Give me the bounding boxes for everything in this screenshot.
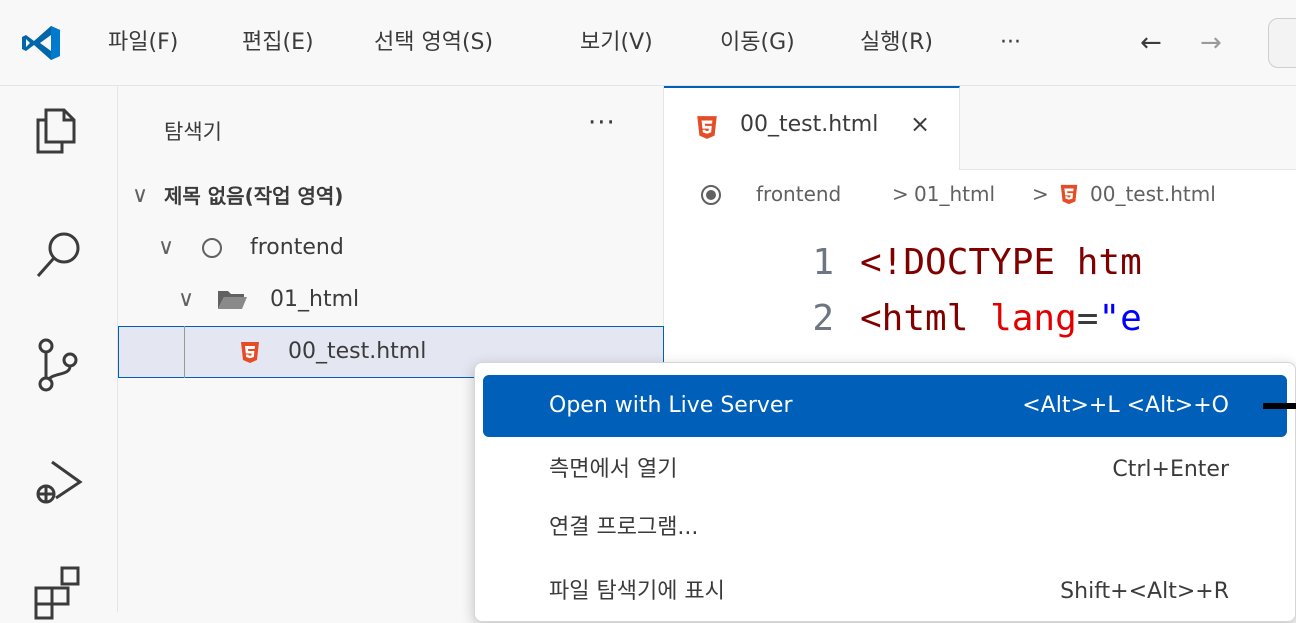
close-icon[interactable]: × bbox=[910, 110, 930, 138]
line-number: 1 bbox=[812, 242, 834, 283]
back-arrow-icon[interactable]: ← bbox=[1140, 22, 1162, 64]
menu-item-label: 연결 프로그램... bbox=[549, 515, 699, 540]
breadcrumb-folder[interactable]: 01_html bbox=[914, 170, 995, 218]
menu-view[interactable]: 보기(V) bbox=[576, 22, 657, 64]
breadcrumb-file[interactable]: 00_test.html bbox=[1090, 170, 1216, 218]
chevron-down-icon: ∨ bbox=[158, 235, 175, 260]
menu-file[interactable]: 파일(F) bbox=[104, 22, 182, 64]
source-control-icon[interactable] bbox=[26, 332, 92, 398]
menu-item-label: 파일 탐색기에 표시 bbox=[549, 579, 725, 604]
sidebar-title: 탐색기 bbox=[164, 120, 222, 144]
vscode-logo-icon bbox=[22, 26, 60, 60]
menu-item-open-to-side[interactable]: 측면에서 열기 Ctrl+Enter bbox=[483, 439, 1287, 501]
search-icon[interactable] bbox=[26, 222, 92, 288]
menu-item-shortcut: <Alt>+L <Alt>+O bbox=[1022, 393, 1229, 418]
sidebar-more-button[interactable]: ··· bbox=[588, 108, 616, 138]
title-bar: 파일(F) 편집(E) 선택 영역(S) 보기(V) 이동(G) 실행(R) ·… bbox=[0, 0, 1296, 86]
extensions-icon[interactable] bbox=[26, 554, 92, 620]
menu-item-shortcut: Shift+<Alt>+R bbox=[1060, 579, 1229, 604]
workspace-label: 제목 없음(작업 영역) bbox=[164, 184, 344, 208]
line-number: 2 bbox=[812, 298, 834, 339]
root-folder-icon bbox=[701, 185, 721, 205]
folder-open-icon bbox=[218, 291, 247, 309]
html-file-icon bbox=[1060, 184, 1078, 205]
menu-item-open-with[interactable]: 연결 프로그램... bbox=[483, 497, 1287, 559]
menu-item-shortcut: Ctrl+Enter bbox=[1112, 457, 1229, 482]
command-center-search[interactable] bbox=[1268, 18, 1296, 68]
chevron-down-icon: ∨ bbox=[132, 183, 149, 208]
cursor-marker bbox=[1263, 403, 1296, 409]
breadcrumb-separator: > bbox=[892, 182, 909, 206]
tab-label: 00_test.html bbox=[740, 112, 879, 137]
html-file-icon bbox=[697, 116, 717, 139]
menu-run[interactable]: 실행(R) bbox=[856, 22, 937, 64]
code-text: <!DOCTYPE htm bbox=[860, 242, 1142, 283]
menu-item-label: Open with Live Server bbox=[549, 393, 793, 418]
menu-item-reveal-in-explorer[interactable]: 파일 탐색기에 표시 Shift+<Alt>+R bbox=[483, 561, 1287, 623]
menu-item-open-live-server[interactable]: Open with Live Server <Alt>+L <Alt>+O bbox=[483, 375, 1287, 437]
code-attr: lang bbox=[990, 298, 1077, 339]
code-line-2[interactable]: 2 <html lang="e bbox=[664, 292, 1142, 346]
breadcrumb-separator: > bbox=[1032, 182, 1049, 206]
menu-more[interactable]: ··· bbox=[996, 22, 1025, 64]
tree-workspace[interactable]: ∨ 제목 없음(작업 영역) bbox=[118, 170, 664, 222]
tab-strip: 00_test.html × bbox=[664, 86, 1296, 170]
context-menu: Open with Live Server <Alt>+L <Alt>+O 측면… bbox=[474, 362, 1296, 622]
chevron-down-icon: ∨ bbox=[178, 287, 195, 312]
menu-edit[interactable]: 편집(E) bbox=[238, 22, 318, 64]
menu-item-label: 측면에서 열기 bbox=[549, 457, 678, 482]
tab-00-test-html[interactable]: 00_test.html × bbox=[664, 86, 960, 170]
menu-go[interactable]: 이동(G) bbox=[716, 22, 799, 64]
code-tag: <html bbox=[860, 298, 969, 339]
activity-bar bbox=[0, 86, 118, 620]
breadcrumb-root[interactable]: frontend bbox=[756, 170, 841, 218]
code-eq: = bbox=[1076, 298, 1099, 339]
menu-selection[interactable]: 선택 영역(S) bbox=[370, 22, 497, 64]
root-folder-icon bbox=[202, 238, 222, 258]
explorer-icon[interactable] bbox=[26, 96, 92, 162]
tree-folder-01-html[interactable]: ∨ 01_html bbox=[118, 274, 664, 326]
code-string: "e bbox=[1098, 298, 1142, 339]
breadcrumb: frontend > 01_html > 00_test.html bbox=[664, 170, 1296, 218]
run-debug-icon[interactable] bbox=[26, 448, 92, 514]
indent-guide bbox=[184, 326, 185, 378]
forward-arrow-icon[interactable]: → bbox=[1200, 22, 1222, 64]
folder-label: frontend bbox=[250, 235, 344, 260]
file-label: 00_test.html bbox=[288, 339, 427, 364]
folder-label: 01_html bbox=[270, 287, 360, 312]
html-file-icon bbox=[241, 342, 259, 363]
tree-folder-frontend[interactable]: ∨ frontend bbox=[118, 222, 664, 274]
code-line-1[interactable]: 1 <!DOCTYPE htm bbox=[664, 236, 1142, 290]
